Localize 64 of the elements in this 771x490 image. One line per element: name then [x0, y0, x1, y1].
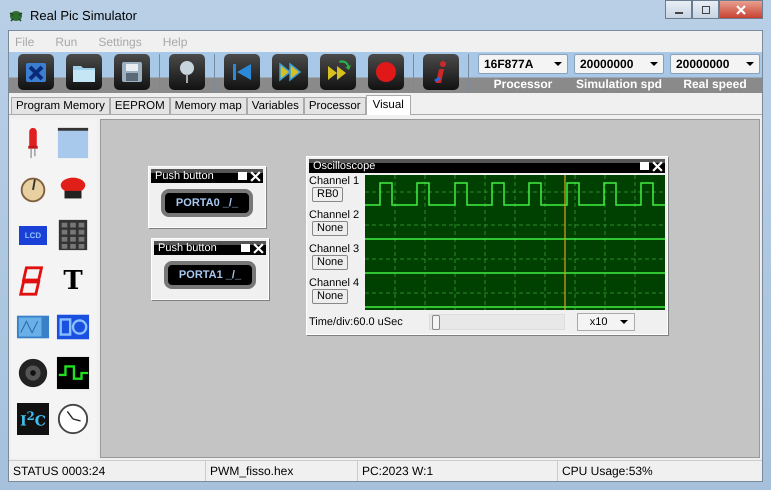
close-icon[interactable] [250, 170, 261, 182]
channel-label: Channel 4 [309, 277, 360, 289]
slider-thumb[interactable] [432, 315, 440, 330]
caret-icon [746, 62, 754, 66]
dropdown-label: Real speed [683, 77, 747, 91]
dropdown[interactable]: 20000000 [574, 54, 664, 74]
square-wave-icon[interactable] [56, 356, 90, 390]
time-per-division: Time/div:60.0 uSec [309, 316, 403, 328]
probe-button[interactable] [169, 54, 205, 90]
open-button[interactable] [66, 54, 102, 90]
channel-source-button[interactable]: None [312, 255, 348, 270]
caret-icon [554, 62, 562, 66]
close-button[interactable] [719, 0, 763, 19]
status-text: PC:2023 W:1 [358, 461, 558, 481]
text-icon[interactable]: T [63, 266, 83, 296]
caret-icon [620, 320, 628, 324]
status-text: STATUS 0003:24 [9, 461, 206, 481]
channel-source-button[interactable]: None [312, 289, 348, 304]
channel-label: Channel 1 [309, 175, 360, 187]
tab[interactable]: Memory map [170, 97, 247, 114]
multiplier-dropdown[interactable]: x10 [576, 313, 635, 331]
i2c-chip-icon[interactable]: I$^{2}$C [17, 402, 49, 436]
keypad-icon[interactable] [56, 218, 90, 252]
push-button[interactable]: PORTA0 _/_ [161, 189, 253, 217]
panel-title: Push button [155, 170, 214, 182]
lcd-icon[interactable]: LCD [18, 226, 48, 244]
close-file-button[interactable] [18, 54, 54, 90]
minimize-button[interactable] [665, 0, 692, 19]
status-text: CPU Usage:53% [561, 463, 654, 480]
dropdown-label: Simulation spd [576, 77, 662, 91]
tab[interactable]: Variables [246, 97, 304, 114]
tab[interactable]: Program Memory [11, 97, 110, 114]
dropdown-label: Processor [494, 77, 552, 91]
maximize-button[interactable] [692, 0, 719, 19]
tab[interactable]: Visual [366, 95, 411, 115]
maximize-icon [700, 4, 712, 16]
channel-label: Channel 3 [309, 243, 360, 255]
time-slider[interactable] [428, 314, 565, 330]
stop-button[interactable] [368, 54, 404, 90]
channel-source-button[interactable]: RB0 [312, 187, 344, 202]
window-title: Real Pic Simulator [30, 8, 137, 22]
close-icon[interactable] [652, 160, 663, 172]
status-text: PWM_fisso.hex [206, 461, 358, 481]
channel-source-button[interactable]: None [312, 221, 348, 236]
tab[interactable]: Processor [304, 97, 366, 114]
dropdown[interactable]: 20000000 [670, 54, 760, 74]
close-icon[interactable] [253, 242, 264, 254]
push-button[interactable]: PORTA1 _/_ [164, 261, 256, 289]
speaker-icon[interactable] [16, 356, 50, 390]
save-button[interactable] [114, 54, 150, 90]
tab[interactable]: EEPROM [110, 97, 170, 114]
reset-button[interactable] [224, 54, 260, 90]
step-button[interactable] [320, 54, 356, 90]
panel-title: Oscilloscope [313, 160, 376, 172]
info-button[interactable] [423, 54, 459, 90]
window-icon[interactable] [56, 126, 90, 160]
panel-title: Push button [158, 242, 217, 254]
clock-icon[interactable] [56, 402, 90, 436]
dropdown[interactable]: 16F877A [478, 54, 568, 74]
minimize-icon [674, 12, 682, 14]
caret-icon [650, 62, 658, 66]
close-icon [735, 4, 747, 16]
run-button[interactable] [272, 54, 308, 90]
channel-label: Channel 2 [309, 209, 360, 221]
